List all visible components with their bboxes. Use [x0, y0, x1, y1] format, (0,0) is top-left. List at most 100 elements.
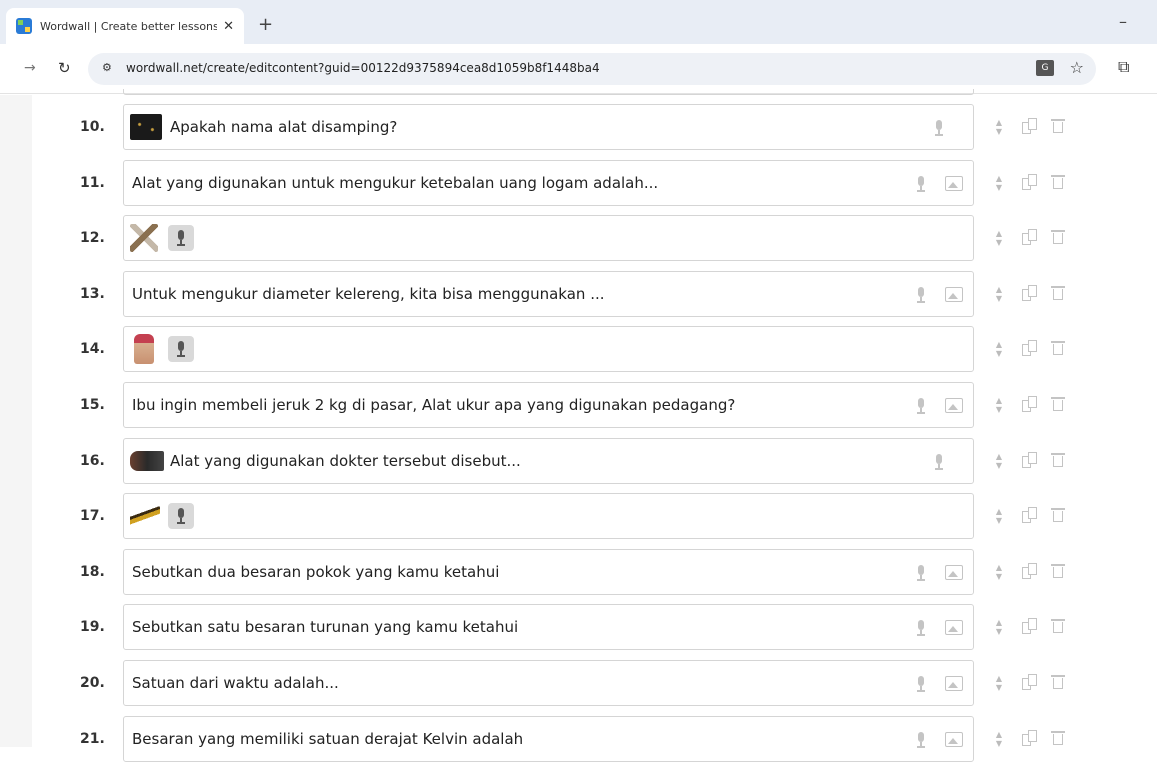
site-info-icon[interactable]: ⚙ — [102, 61, 112, 74]
question-image-thumbnail[interactable] — [134, 334, 154, 365]
add-image-icon[interactable] — [945, 175, 963, 191]
duplicate-icon[interactable] — [1022, 396, 1038, 413]
reorder-icon[interactable]: ▲ ▼ — [994, 340, 1004, 358]
microphone-icon[interactable] — [914, 619, 928, 637]
microphone-icon[interactable] — [932, 453, 946, 471]
bookmark-star-icon[interactable]: ☆ — [1070, 58, 1084, 77]
question-input[interactable]: Alat yang digunakan untuk mengukur keteb… — [123, 159, 974, 206]
question-text[interactable]: Sebutkan satu besaran turunan yang kamu … — [132, 618, 518, 636]
browser-tab[interactable]: Wordwall | Create better lessons ✕ — [6, 8, 244, 44]
reorder-icon[interactable]: ▲ ▼ — [994, 507, 1004, 525]
delete-icon[interactable] — [1051, 730, 1065, 746]
reorder-icon[interactable]: ▲ ▼ — [994, 730, 1004, 748]
delete-icon[interactable] — [1051, 119, 1065, 134]
question-input[interactable]: Apakah nama alat disamping? — [123, 104, 974, 150]
translate-icon[interactable]: G — [1036, 60, 1054, 76]
reorder-icon[interactable]: ▲ ▼ — [994, 285, 1004, 303]
microphone-icon[interactable] — [914, 675, 928, 693]
reorder-icon[interactable]: ▲ ▼ — [994, 118, 1004, 136]
microphone-icon[interactable] — [914, 564, 928, 582]
reorder-icon[interactable]: ▲ ▼ — [994, 452, 1004, 470]
question-text[interactable]: Apakah nama alat disamping? — [170, 118, 397, 136]
delete-icon[interactable] — [1051, 563, 1065, 579]
reorder-icon[interactable]: ▲ ▼ — [994, 618, 1004, 636]
add-image-icon[interactable] — [945, 564, 963, 580]
question-input[interactable] — [123, 215, 974, 262]
question-text[interactable]: Besaran yang memiliki satuan derajat Kel… — [132, 730, 523, 748]
question-row: 19. Sebutkan satu besaran turunan yang ka… — [32, 604, 1157, 651]
address-bar[interactable]: ⚙ wordwall.net/create/editcontent?guid=0… — [88, 53, 1096, 85]
question-text[interactable]: Alat yang digunakan dokter tersebut dise… — [170, 452, 521, 470]
question-image-thumbnail[interactable] — [130, 506, 160, 527]
question-number: 20. — [80, 675, 105, 691]
reorder-icon[interactable]: ▲ ▼ — [994, 396, 1004, 414]
delete-icon[interactable] — [1051, 230, 1065, 245]
question-image-thumbnail[interactable] — [130, 450, 164, 471]
new-tab-button[interactable]: + — [258, 14, 273, 35]
audio-record-button[interactable] — [168, 503, 194, 530]
duplicate-icon[interactable] — [1022, 284, 1038, 302]
question-number: 16. — [80, 452, 105, 469]
question-text[interactable]: Satuan dari waktu adalah... — [132, 674, 339, 692]
question-input[interactable]: Sebutkan satu besaran turunan yang kamu … — [123, 604, 974, 651]
add-image-icon[interactable] — [945, 398, 963, 413]
delete-icon[interactable] — [1051, 397, 1065, 412]
audio-record-button[interactable] — [168, 225, 194, 252]
reorder-icon[interactable]: ▲ ▼ — [994, 229, 1004, 247]
previous-question-box-edge — [123, 89, 974, 95]
question-text[interactable]: Untuk mengukur diameter kelereng, kita b… — [132, 285, 605, 303]
duplicate-icon[interactable] — [1022, 451, 1038, 469]
delete-icon[interactable] — [1051, 619, 1065, 634]
question-input[interactable]: Sebutkan dua besaran pokok yang kamu ket… — [123, 548, 974, 595]
duplicate-icon[interactable] — [1022, 618, 1038, 635]
duplicate-icon[interactable] — [1022, 674, 1038, 691]
question-image-thumbnail[interactable] — [130, 114, 162, 140]
question-input[interactable] — [123, 493, 974, 540]
reorder-icon[interactable]: ▲ ▼ — [994, 174, 1004, 192]
duplicate-icon[interactable] — [1022, 173, 1038, 191]
extensions-puzzle-icon[interactable]: ⧉ — [1118, 57, 1129, 77]
question-number: 14. — [80, 341, 105, 358]
add-image-icon[interactable] — [945, 731, 963, 747]
question-text[interactable]: Ibu ingin membeli jeruk 2 kg di pasar, A… — [132, 396, 735, 414]
question-input[interactable] — [123, 326, 974, 373]
duplicate-icon[interactable] — [1022, 729, 1038, 747]
url-text[interactable]: wordwall.net/create/editcontent?guid=001… — [126, 61, 600, 75]
question-row: 15. Ibu ingin membeli jeruk 2 kg di pasar… — [32, 382, 1157, 428]
add-image-icon[interactable] — [945, 286, 963, 302]
microphone-icon[interactable] — [914, 731, 928, 749]
question-image-thumbnail[interactable] — [130, 224, 158, 253]
microphone-icon — [174, 507, 188, 525]
question-input[interactable]: Satuan dari waktu adalah... — [123, 660, 974, 706]
reload-icon[interactable]: ↻ — [58, 59, 71, 77]
duplicate-icon[interactable] — [1022, 562, 1038, 580]
question-input[interactable]: Ibu ingin membeli jeruk 2 kg di pasar, A… — [123, 382, 974, 428]
add-image-icon[interactable] — [945, 676, 963, 691]
microphone-icon[interactable] — [914, 286, 928, 304]
question-text[interactable]: Alat yang digunakan untuk mengukur keteb… — [132, 174, 658, 192]
question-input[interactable]: Besaran yang memiliki satuan derajat Kel… — [123, 715, 974, 762]
question-text[interactable]: Sebutkan dua besaran pokok yang kamu ket… — [132, 563, 499, 581]
delete-icon[interactable] — [1051, 675, 1065, 690]
tab-close-icon[interactable]: ✕ — [223, 19, 234, 34]
duplicate-icon[interactable] — [1022, 507, 1038, 524]
duplicate-icon[interactable] — [1022, 229, 1038, 246]
delete-icon[interactable] — [1051, 508, 1065, 523]
microphone-icon[interactable] — [914, 175, 928, 193]
microphone-icon[interactable] — [914, 397, 928, 415]
reorder-icon[interactable]: ▲ ▼ — [994, 563, 1004, 581]
delete-icon[interactable] — [1051, 452, 1065, 468]
minimize-button[interactable]: – — [1119, 12, 1127, 31]
question-input[interactable]: Alat yang digunakan dokter tersebut dise… — [123, 437, 974, 484]
duplicate-icon[interactable] — [1022, 340, 1038, 357]
delete-icon[interactable] — [1051, 174, 1065, 190]
delete-icon[interactable] — [1051, 285, 1065, 301]
question-input[interactable]: Untuk mengukur diameter kelereng, kita b… — [123, 270, 974, 317]
audio-record-button[interactable] — [168, 336, 194, 363]
delete-icon[interactable] — [1051, 341, 1065, 356]
reorder-icon[interactable]: ▲ ▼ — [994, 674, 1004, 692]
add-image-icon[interactable] — [945, 620, 963, 636]
duplicate-icon[interactable] — [1022, 118, 1038, 135]
microphone-icon[interactable] — [932, 119, 946, 137]
forward-arrow-icon[interactable]: → — [24, 60, 36, 76]
